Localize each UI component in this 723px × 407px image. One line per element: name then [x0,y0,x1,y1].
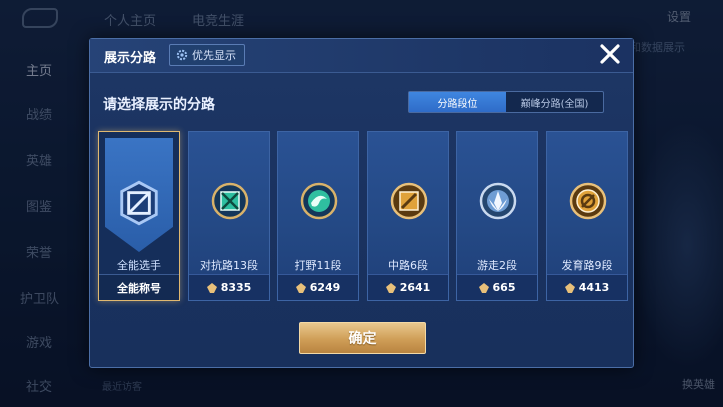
card-name: 发育路9段 [561,259,613,272]
card-footer: 2641 [368,274,448,300]
dialog-title: 展示分路 [104,51,157,66]
lane-card-farm[interactable]: 发育路9段 4413 [546,131,628,301]
all-role-emblem-icon [120,180,158,226]
card-score: 2641 [399,281,431,294]
lane-card-clash[interactable]: 对抗路13段 8335 [188,131,270,301]
card-footer: 6249 [278,274,358,300]
lane-card-list: 全能选手 全能称号 对抗路13段 8335 打野11段 6249 中路6段 26… [98,131,630,301]
card-footer: 4413 [547,274,627,300]
gear-icon [176,49,188,61]
card-name: 对抗路13段 [200,259,258,272]
confirm-button[interactable]: 确定 [299,322,426,354]
lane-card-all-role[interactable]: 全能选手 全能称号 [98,131,180,301]
card-name: 中路6段 [388,259,428,272]
lane-tabs: 分路段位 巅峰分路(全国) [408,91,604,113]
dialog-header: 展示分路 优先显示 [90,39,633,73]
card-name: 游走2段 [477,259,517,272]
roam-emblem-icon [479,182,517,220]
card-footer-text: 全能称号 [117,281,161,295]
score-icon [206,282,217,293]
card-footer: 665 [457,274,537,300]
close-icon [600,44,620,64]
card-name: 打野11段 [294,259,342,272]
lane-display-dialog: 展示分路 优先显示 请选择展示的分路 分路段位 巅峰分路(全国) 全能选手 全能… [89,38,634,368]
lane-card-roam[interactable]: 游走2段 665 [456,131,538,301]
card-score: 8335 [220,281,252,294]
close-button[interactable] [596,40,624,68]
dialog-subtitle: 请选择展示的分路 [103,97,215,113]
lane-card-jungle[interactable]: 打野11段 6249 [277,131,359,301]
lane-card-mid[interactable]: 中路6段 2641 [367,131,449,301]
score-icon [385,282,396,293]
score-icon [478,282,489,293]
jungle-emblem-icon [300,182,338,220]
priority-display-button[interactable]: 优先显示 [169,44,245,66]
priority-display-label: 优先显示 [192,49,236,62]
card-score: 665 [492,281,516,294]
score-icon [564,282,575,293]
mid-lane-emblem-icon [390,182,428,220]
card-footer: 全能称号 [99,274,179,300]
card-footer: 8335 [189,274,269,300]
score-icon [295,282,306,293]
tab-peak-lane[interactable]: 巅峰分路(全国) [506,92,603,112]
tab-lane-rank[interactable]: 分路段位 [409,92,506,112]
card-name: 全能选手 [117,259,161,272]
card-score: 6249 [309,281,341,294]
farm-lane-emblem-icon [569,182,607,220]
clash-lane-emblem-icon [211,182,249,220]
card-score: 4413 [578,281,610,294]
